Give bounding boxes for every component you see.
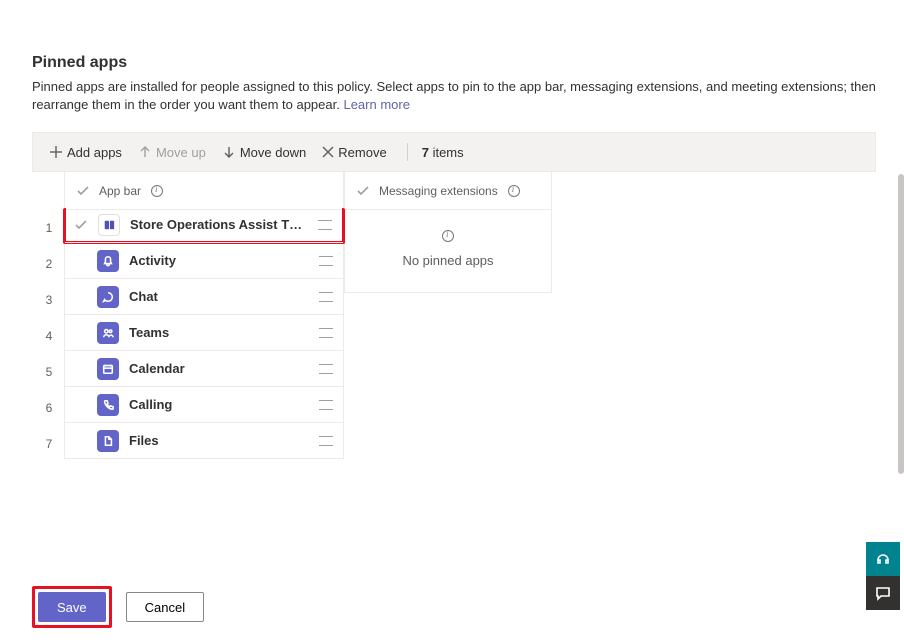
row-number: 2	[33, 246, 65, 282]
calendar-icon	[97, 358, 119, 380]
row-number: 3	[33, 282, 65, 318]
toolbar: Add apps Move up Move down Remove 7 item…	[32, 132, 876, 172]
footer: Save Cancel	[32, 586, 204, 628]
row-number: 7	[33, 426, 65, 462]
feedback-tab[interactable]	[866, 576, 900, 610]
item-count-label: items	[433, 145, 464, 160]
info-icon	[442, 230, 454, 242]
app-label: Files	[129, 433, 309, 448]
save-button[interactable]: Save	[38, 592, 106, 622]
remove-button[interactable]: Remove	[316, 141, 392, 164]
info-icon[interactable]	[508, 185, 520, 197]
drag-handle-icon[interactable]	[319, 436, 333, 446]
headset-icon	[875, 551, 891, 567]
learn-more-link[interactable]: Learn more	[343, 97, 409, 112]
bell-icon	[97, 250, 119, 272]
check-icon	[357, 185, 369, 197]
app-row[interactable]: Teams	[65, 314, 343, 350]
app-label: Calendar	[129, 361, 309, 376]
x-icon	[322, 146, 334, 158]
teams-icon	[97, 322, 119, 344]
cancel-button[interactable]: Cancel	[126, 592, 204, 622]
drag-handle-icon[interactable]	[319, 328, 333, 338]
check-icon	[77, 185, 89, 197]
move-up-label: Move up	[156, 145, 206, 160]
chat-icon	[875, 585, 891, 601]
row-number: 5	[33, 354, 65, 390]
drag-handle-icon[interactable]	[318, 220, 332, 230]
section-title: Pinned apps	[32, 54, 876, 72]
drag-handle-icon[interactable]	[319, 400, 333, 410]
add-apps-label: Add apps	[67, 145, 122, 160]
check-icon	[75, 219, 87, 231]
headset-tab[interactable]	[866, 542, 900, 576]
app-row[interactable]: Chat	[65, 278, 343, 314]
toolbar-separator	[407, 143, 408, 161]
app-label: Store Operations Assist T…	[130, 217, 308, 232]
appbar-header: App bar	[65, 172, 343, 210]
app-row[interactable]: Calling	[65, 386, 343, 422]
drag-handle-icon[interactable]	[319, 292, 333, 302]
save-highlight: Save	[32, 586, 112, 628]
store-icon	[98, 214, 120, 236]
appbar-header-label: App bar	[99, 184, 141, 198]
item-count: 7 items	[422, 145, 464, 160]
row-checkbox[interactable]	[74, 219, 88, 231]
row-number: 4	[33, 318, 65, 354]
drag-handle-icon[interactable]	[319, 364, 333, 374]
move-up-button[interactable]: Move up	[132, 141, 212, 164]
add-apps-button[interactable]: Add apps	[43, 141, 128, 164]
move-down-button[interactable]: Move down	[216, 141, 312, 164]
app-row[interactable]: Activity	[65, 242, 343, 278]
plus-icon	[49, 145, 63, 159]
arrow-up-icon	[138, 145, 152, 159]
messaging-column: Messaging extensions No pinned apps	[344, 172, 552, 293]
file-icon	[97, 430, 119, 452]
app-label: Calling	[129, 397, 309, 412]
phone-icon	[97, 394, 119, 416]
appbar-column: App bar Store Operations Assist T… Activi…	[64, 172, 344, 459]
empty-state-label: No pinned apps	[402, 253, 493, 268]
app-row[interactable]: Store Operations Assist T…	[63, 208, 345, 244]
app-label: Chat	[129, 289, 309, 304]
row-number: 1	[33, 210, 65, 246]
messaging-header-label: Messaging extensions	[379, 184, 498, 198]
app-row[interactable]: Files	[65, 422, 343, 458]
scrollbar[interactable]	[898, 174, 904, 474]
messaging-header: Messaging extensions	[345, 172, 551, 210]
chat-icon	[97, 286, 119, 308]
section-description: Pinned apps are installed for people ass…	[32, 78, 876, 114]
side-tabs	[866, 542, 900, 610]
arrow-down-icon	[222, 145, 236, 159]
remove-label: Remove	[338, 145, 386, 160]
info-icon[interactable]	[151, 185, 163, 197]
drag-handle-icon[interactable]	[319, 256, 333, 266]
empty-state: No pinned apps	[345, 210, 551, 292]
row-number: 6	[33, 390, 65, 426]
move-down-label: Move down	[240, 145, 306, 160]
item-count-number: 7	[422, 145, 429, 160]
app-label: Teams	[129, 325, 309, 340]
app-row[interactable]: Calendar	[65, 350, 343, 386]
app-label: Activity	[129, 253, 309, 268]
section-description-text: Pinned apps are installed for people ass…	[32, 79, 876, 112]
